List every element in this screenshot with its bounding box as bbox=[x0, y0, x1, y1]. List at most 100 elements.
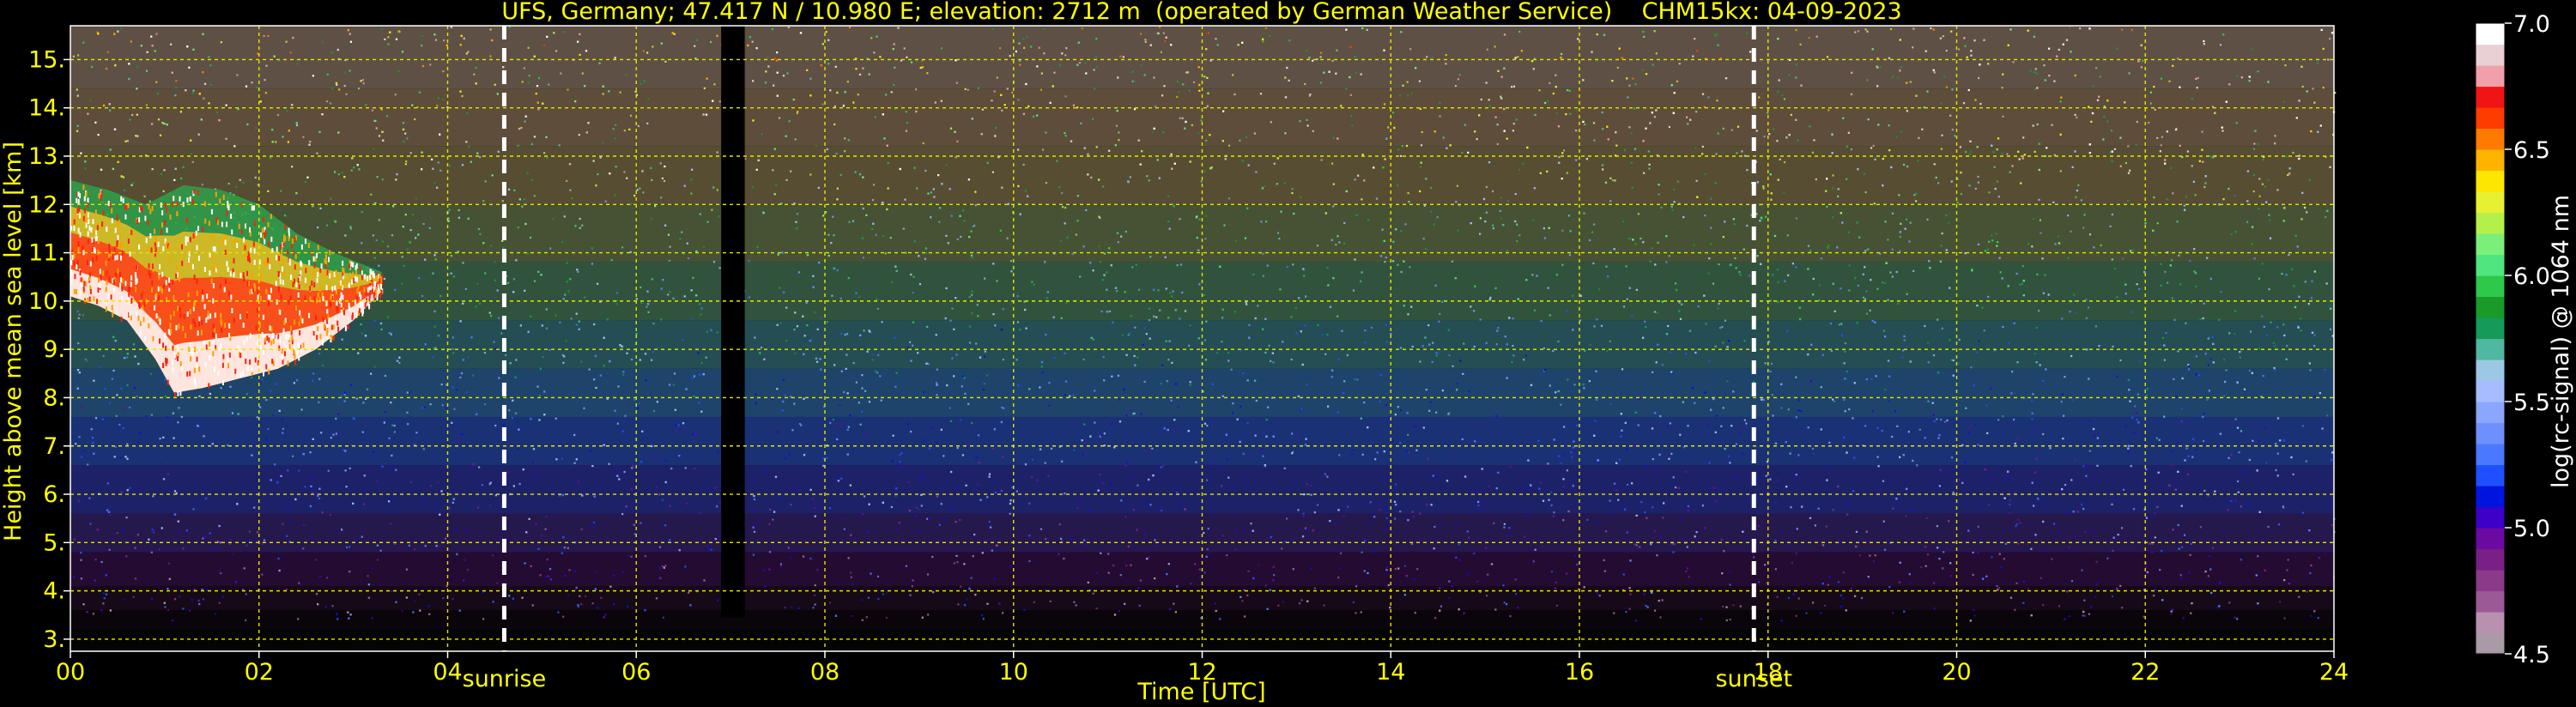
speckle-dot bbox=[1264, 27, 1267, 29]
speckle-dot bbox=[1940, 419, 1943, 421]
speckle-dot bbox=[627, 402, 629, 404]
speckle-dot bbox=[1787, 408, 1790, 411]
speckle-dot bbox=[1152, 130, 1155, 133]
speckle-dot bbox=[1974, 187, 1977, 190]
speckle-dot bbox=[1633, 107, 1636, 110]
speckle-dot bbox=[767, 65, 770, 68]
speckle-dot bbox=[885, 591, 888, 594]
speckle-dot bbox=[851, 583, 853, 585]
speckle-dot bbox=[617, 385, 620, 388]
speckle-dot bbox=[1430, 210, 1433, 213]
speckle-dot bbox=[946, 492, 949, 495]
speckle-dot bbox=[87, 463, 89, 466]
speckle-dot bbox=[2057, 235, 2059, 238]
speckle-dot bbox=[915, 506, 918, 509]
speckle-dot bbox=[2275, 468, 2277, 472]
speckle-dot bbox=[159, 438, 161, 440]
speckle-dot bbox=[2194, 194, 2197, 196]
speckle-dot bbox=[232, 553, 234, 556]
speckle-dot bbox=[1061, 192, 1064, 195]
speckle-dot bbox=[409, 391, 411, 394]
speckle-dot bbox=[2095, 67, 2098, 69]
speckle-dot bbox=[2154, 512, 2156, 515]
speckle-dot bbox=[275, 141, 277, 143]
speckle-dot bbox=[1852, 417, 1854, 420]
speckle-dot bbox=[566, 179, 568, 182]
speckle-dot bbox=[857, 94, 859, 96]
speckle-dot bbox=[903, 47, 906, 50]
speckle-dot bbox=[657, 347, 659, 349]
speckle-dot bbox=[792, 550, 795, 553]
speckle-dot bbox=[326, 224, 329, 227]
speckle-dot bbox=[1409, 266, 1411, 269]
speckle-dot bbox=[375, 127, 378, 130]
speckle-dot bbox=[1354, 178, 1356, 181]
speckle-dot bbox=[1330, 239, 1333, 241]
speckle-dot bbox=[289, 51, 292, 54]
speckle-dot bbox=[78, 313, 81, 316]
speckle-dot bbox=[1785, 441, 1787, 444]
speckle-dot bbox=[1302, 515, 1305, 517]
speckle-dot bbox=[874, 370, 877, 372]
speckle-dot bbox=[2068, 615, 2070, 618]
speckle-dot bbox=[1555, 581, 1557, 583]
speckle-dot bbox=[1672, 481, 1675, 485]
speckle-dot bbox=[1455, 201, 1458, 203]
speckle-dot bbox=[276, 113, 280, 117]
speckle-dot bbox=[1204, 238, 1207, 240]
speckle-dot bbox=[1565, 572, 1568, 575]
speckle-dot bbox=[1888, 586, 1891, 589]
speckle-dot bbox=[661, 177, 664, 179]
speckle-dot bbox=[1387, 126, 1390, 129]
speckle-dot bbox=[125, 356, 129, 359]
speckle-dot bbox=[1255, 171, 1258, 173]
speckle-dot bbox=[1090, 176, 1093, 178]
speckle-dot bbox=[864, 495, 866, 498]
speckle-dot bbox=[835, 153, 838, 155]
speckle-dot bbox=[1665, 261, 1668, 263]
speckle-dot bbox=[2220, 290, 2222, 293]
speckle-dot bbox=[2119, 584, 2122, 587]
speckle-dot bbox=[1628, 84, 1631, 87]
speckle-dot bbox=[309, 141, 312, 143]
speckle-dot bbox=[2127, 145, 2130, 148]
speckle-dot bbox=[1127, 334, 1130, 336]
speckle-dot bbox=[918, 508, 920, 511]
speckle-dot bbox=[2191, 165, 2193, 167]
speckle-dot bbox=[831, 294, 833, 297]
speckle-dot bbox=[1425, 248, 1427, 251]
speckle-dot bbox=[1635, 544, 1638, 547]
speckle-dot bbox=[977, 483, 979, 486]
speckle-dot bbox=[1952, 491, 1955, 494]
speckle-dot bbox=[2082, 614, 2084, 617]
speckle-dot bbox=[2136, 412, 2138, 414]
speckle-dot bbox=[2225, 369, 2227, 372]
speckle-dot bbox=[1575, 159, 1578, 161]
speckle-dot bbox=[433, 310, 436, 313]
speckle-dot bbox=[1876, 57, 1879, 59]
speckle-dot bbox=[1407, 94, 1409, 97]
speckle-dot bbox=[569, 189, 572, 191]
speckle-dot bbox=[263, 34, 265, 38]
speckle-dot bbox=[1795, 552, 1797, 555]
speckle-dot bbox=[996, 76, 998, 79]
speckle-dot bbox=[1832, 509, 1834, 511]
speckle-dot bbox=[638, 402, 640, 405]
speckle-dot bbox=[2094, 325, 2097, 328]
speckle-dot bbox=[2329, 166, 2331, 168]
speckle-dot bbox=[2110, 130, 2113, 132]
speckle-dot bbox=[1658, 193, 1660, 196]
speckle-dot bbox=[2069, 311, 2071, 313]
speckle-dot bbox=[1790, 506, 1792, 509]
speckle-dot bbox=[1176, 491, 1179, 494]
speckle-dot bbox=[1786, 234, 1789, 237]
speckle-dot bbox=[1304, 82, 1306, 86]
speckle-dot bbox=[381, 178, 384, 181]
speckle-dot bbox=[967, 88, 969, 91]
speckle-dot bbox=[1776, 140, 1779, 142]
speckle-dot bbox=[1770, 362, 1773, 365]
speckle-dot bbox=[1736, 152, 1738, 154]
speckle-dot bbox=[1543, 347, 1545, 350]
speckle-dot bbox=[561, 457, 563, 460]
speckle-dot bbox=[779, 322, 782, 324]
